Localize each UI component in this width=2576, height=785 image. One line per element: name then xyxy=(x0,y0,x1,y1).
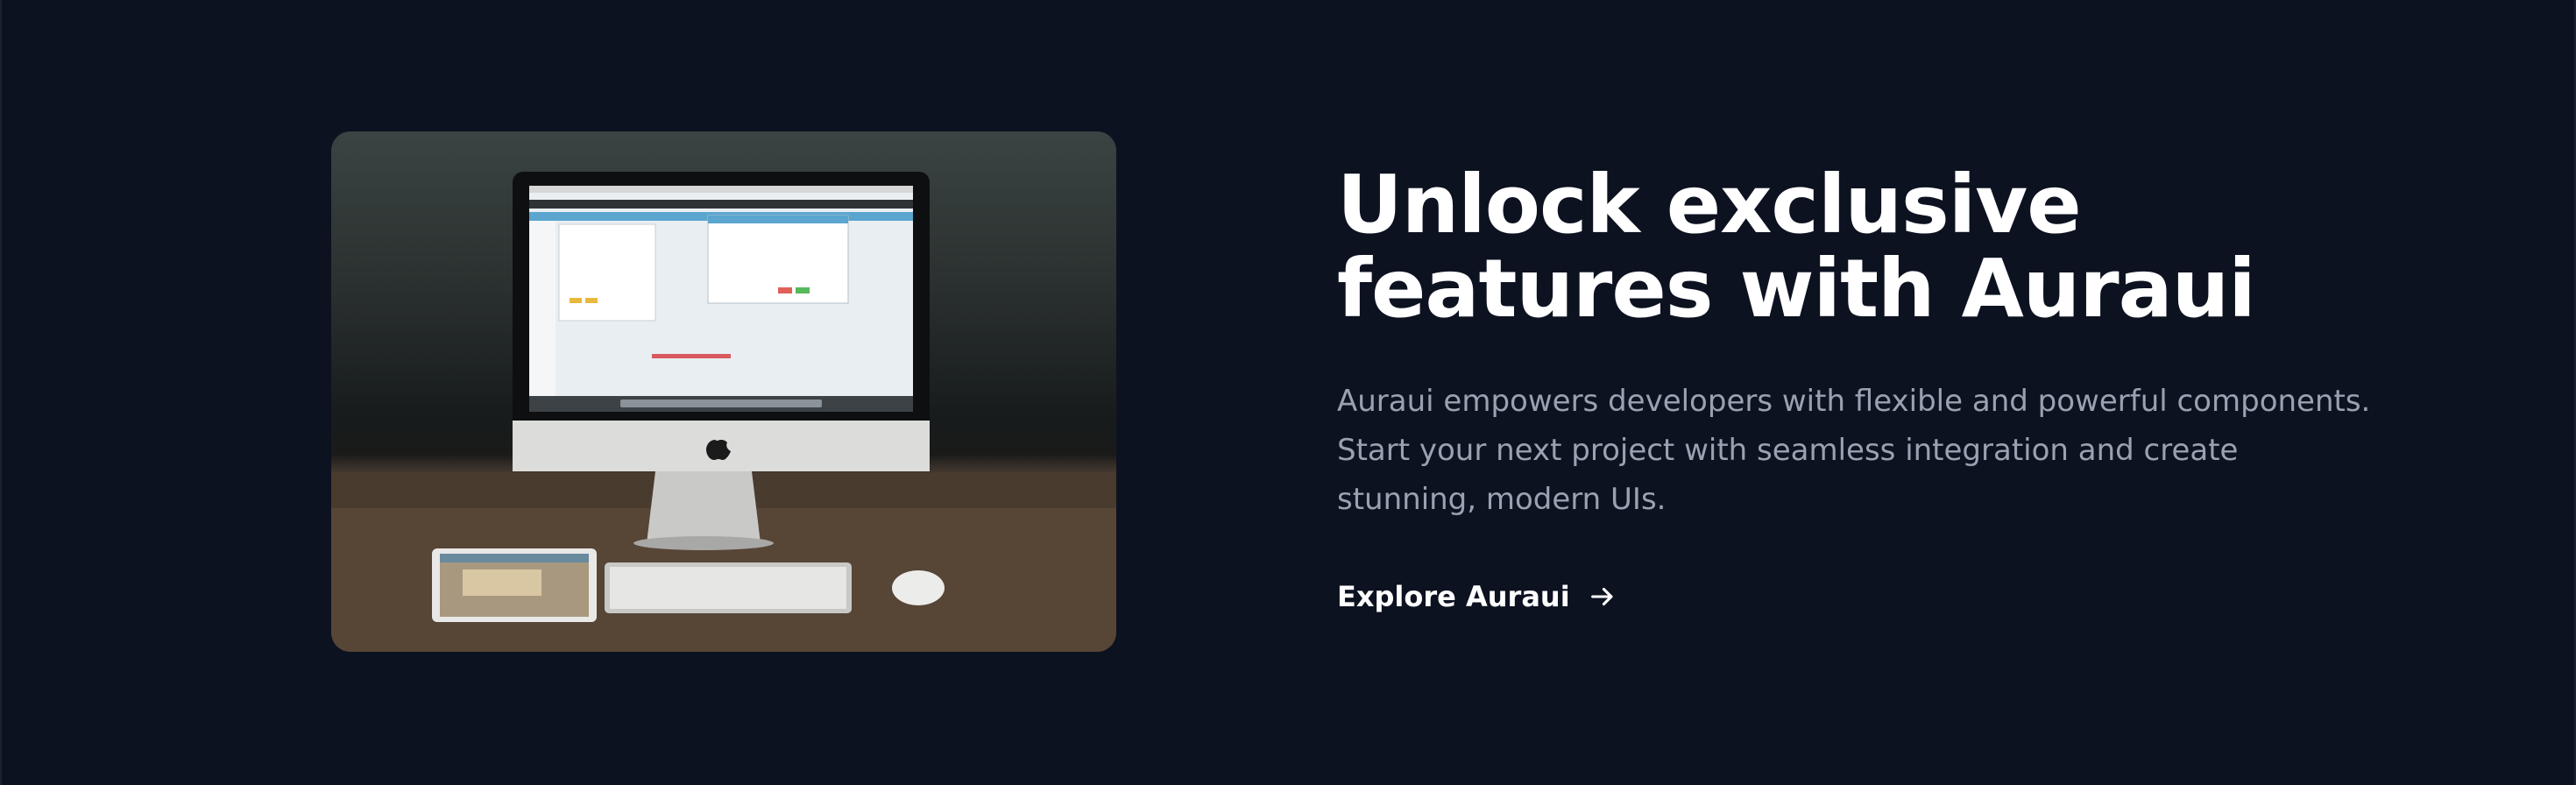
desk-setup-illustration xyxy=(331,172,1116,652)
explore-auraui-label: Explore Auraui xyxy=(1337,580,1570,613)
explore-auraui-link[interactable]: Explore Auraui xyxy=(1337,580,1617,613)
mouse xyxy=(892,570,945,605)
hero-image xyxy=(331,131,1116,652)
section-description: Auraui empowers developers with flexible… xyxy=(1337,384,2371,517)
section-title: Unlock exclusive features with Auraui xyxy=(1337,158,2256,336)
left-frame-edge xyxy=(0,0,2,785)
feature-content: Unlock exclusive features with Auraui Au… xyxy=(1337,158,2415,614)
monitor-stand xyxy=(647,471,761,543)
arrow-right-icon xyxy=(1588,582,1617,612)
